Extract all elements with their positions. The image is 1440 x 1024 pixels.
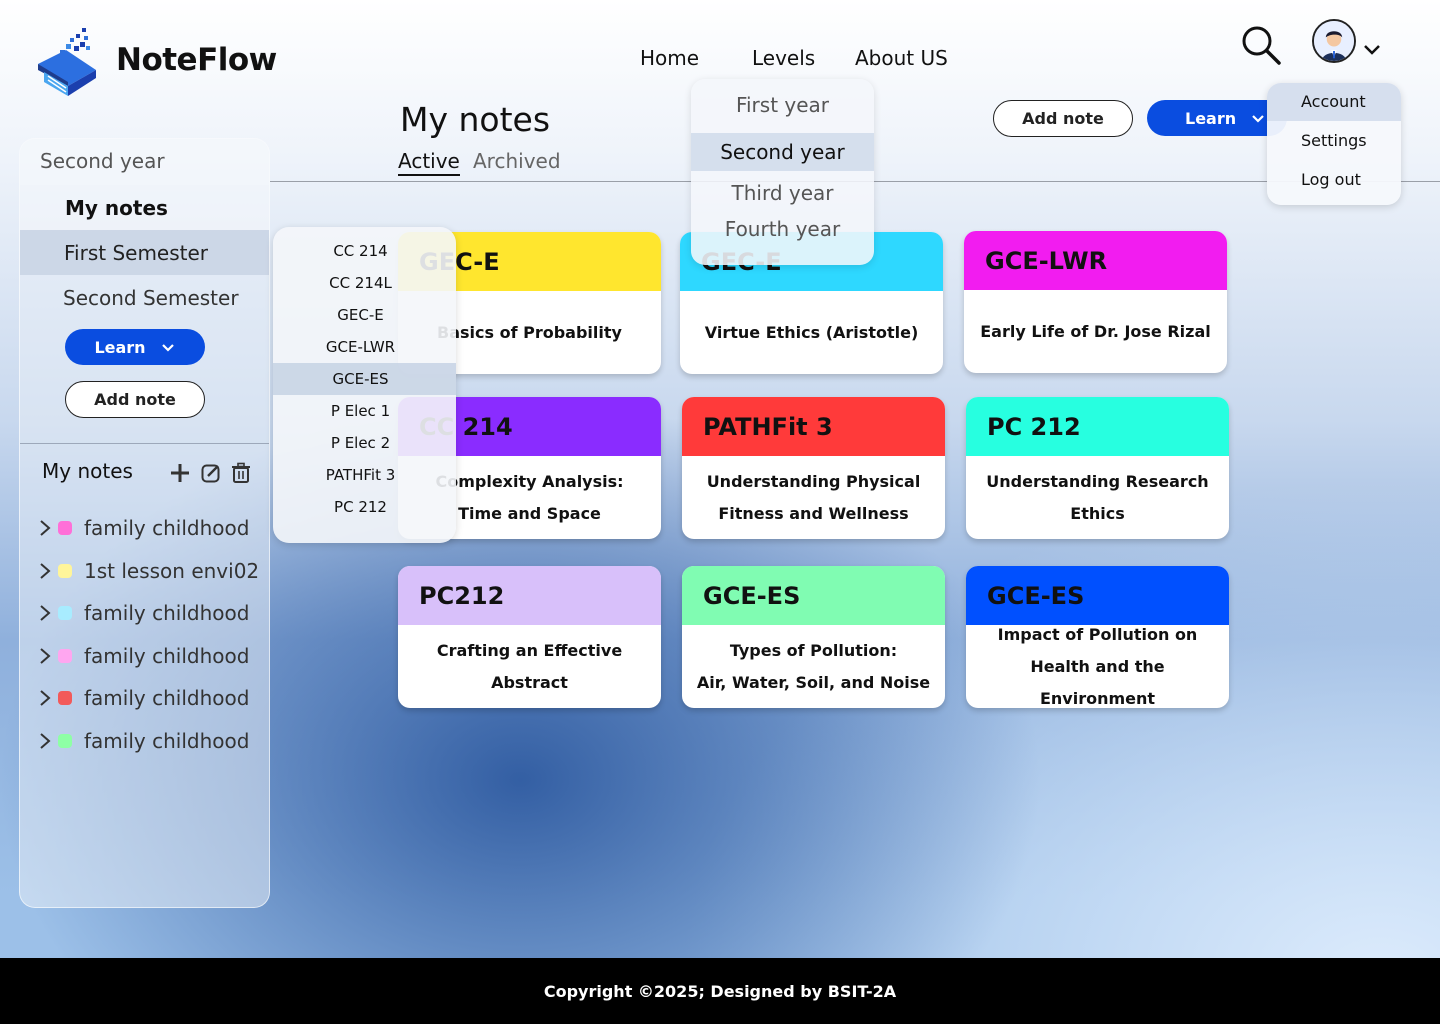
note-card-subject: GCE-ES [682, 566, 945, 625]
subject-option[interactable]: P Elec 2 [273, 427, 456, 459]
subject-option[interactable]: GEC-E [273, 299, 456, 331]
list-item[interactable]: family childhood [38, 683, 249, 713]
note-card[interactable]: GCE-LWR Early Life of Dr. Jose Rizal [964, 231, 1227, 373]
note-card[interactable]: GCE-ES Types of Pollution: Air, Water, So… [682, 566, 945, 708]
subject-option[interactable]: GCE-ES [273, 363, 456, 395]
note-card-subject: GCE-LWR [964, 231, 1227, 290]
level-option-third-year[interactable]: Third year [691, 181, 874, 205]
note-card-topic: Early Life of Dr. Jose Rizal [980, 321, 1211, 341]
list-item[interactable]: family childhood [38, 726, 249, 756]
footer-copyright: Copyright ©2025; Designed by BSIT-2A [543, 981, 897, 1001]
menu-item-settings[interactable]: Settings [1267, 131, 1401, 150]
note-card-subject: GCE-ES [966, 566, 1229, 625]
chevron-right-icon[interactable] [38, 561, 52, 581]
note-card[interactable]: PC 212 Understanding Research Ethics [966, 397, 1229, 539]
note-color-dot [58, 521, 72, 535]
note-label: family childhood [84, 728, 250, 753]
sidebar-learn-label: Learn [94, 337, 146, 357]
note-label: family childhood [84, 601, 250, 625]
sidebar-item-first-semester[interactable]: First Semester [20, 230, 269, 275]
note-card-topic: Types of Pollution: Air, Water, Soil, an… [696, 640, 931, 692]
subject-option[interactable]: PC 212 [273, 491, 456, 523]
brand-name: NoteFlow [116, 42, 277, 78]
account-dropdown: Account Settings Log out [1267, 83, 1401, 205]
nav-levels[interactable]: Levels [752, 46, 815, 70]
list-item[interactable]: family childhood [38, 513, 249, 543]
chevron-down-icon [1252, 115, 1264, 123]
chevron-right-icon[interactable] [38, 518, 52, 538]
note-color-dot [58, 733, 72, 748]
menu-item-log-out[interactable]: Log out [1267, 170, 1401, 189]
list-item[interactable]: family childhood [38, 598, 249, 628]
learn-button[interactable]: Learn [1147, 100, 1287, 136]
note-color-dot [58, 606, 72, 620]
add-note-button[interactable]: Add note [993, 100, 1133, 137]
list-item[interactable]: family childhood [38, 641, 249, 671]
sidebar-notes-title: My notes [42, 459, 133, 483]
note-label: family childhood [84, 643, 250, 668]
note-label: family childhood [84, 516, 250, 540]
level-option-fourth-year[interactable]: Fourth year [691, 217, 874, 241]
chevron-right-icon[interactable] [38, 688, 52, 708]
note-label: 1st lesson envi02 [84, 558, 260, 583]
sidebar-item-second-semester[interactable]: Second Semester [20, 275, 269, 320]
tab-archived[interactable]: Archived [473, 149, 561, 173]
subject-option[interactable]: CC 214 [273, 235, 456, 267]
levels-dropdown: First year Second year Third year Fourth… [691, 79, 874, 265]
note-color-dot [58, 563, 72, 578]
nav-home[interactable]: Home [640, 46, 699, 70]
subject-option[interactable]: CC 214L [273, 267, 456, 299]
subject-dropdown: CC 214 CC 214L GEC-E GCE-LWR GCE-ES P Elec 1P… [273, 227, 456, 543]
list-item[interactable]: 1st lesson envi02 [38, 556, 259, 586]
noteflow-logo-icon [36, 26, 100, 98]
tab-active[interactable]: Active [398, 149, 460, 176]
add-icon[interactable] [169, 462, 191, 484]
footer: Copyright ©2025; Designed by BSIT-2A [0, 958, 1440, 1024]
sidebar-item-my-notes[interactable]: My notes [20, 185, 269, 230]
chevron-right-icon[interactable] [38, 646, 52, 666]
sidebar-learn-button[interactable]: Learn [65, 329, 205, 365]
menu-item-account[interactable]: Account [1267, 83, 1401, 121]
chevron-right-icon[interactable] [38, 603, 52, 623]
chevron-right-icon[interactable] [38, 731, 52, 751]
note-card-topic: Understanding Research Ethics [986, 471, 1209, 523]
subject-option[interactable]: P Elec 1 [273, 395, 456, 427]
nav-about-us[interactable]: About US [855, 46, 948, 70]
level-option-second-year[interactable]: Second year [691, 133, 874, 171]
note-card[interactable]: PATHFit 3 Understanding Physical Fitness … [682, 397, 945, 539]
search-icon[interactable] [1240, 24, 1282, 66]
trash-icon[interactable] [230, 462, 252, 484]
avatar[interactable] [1312, 19, 1356, 63]
note-card-subject: PC 212 [966, 397, 1229, 456]
chevron-down-icon[interactable] [1361, 38, 1383, 60]
note-card-topic: Understanding Physical Fitness and Welln… [706, 471, 921, 523]
sidebar-divider [20, 443, 269, 444]
note-card[interactable]: PC212 Crafting an Effective Abstract [398, 566, 661, 708]
note-card-topic: Impact of Pollution on Health and the En… [997, 624, 1198, 708]
note-card-topic: Crafting an Effective Abstract [436, 640, 623, 692]
note-color-dot [58, 648, 72, 663]
edit-icon[interactable] [200, 462, 222, 484]
note-card-subject: PC212 [398, 566, 661, 625]
sidebar-level-selector[interactable]: Second year [20, 139, 269, 185]
learn-button-label: Learn [1185, 108, 1237, 128]
note-card-topic: Virtue Ethics (Aristotle) [704, 322, 919, 342]
subject-option[interactable]: PATHFit 3 [273, 459, 456, 491]
note-card-subject: PATHFit 3 [682, 397, 945, 456]
chevron-down-icon [161, 344, 174, 352]
note-card[interactable]: GCE-ES Impact of Pollution on Health and … [966, 566, 1229, 708]
sidebar: Second year My notes First Semester Seco… [19, 138, 270, 908]
subject-option[interactable]: GCE-LWR [273, 331, 456, 363]
page-title: My notes [400, 100, 551, 139]
note-label: family childhood [84, 686, 250, 710]
level-option-first-year[interactable]: First year [691, 93, 874, 117]
sidebar-add-note-button[interactable]: Add note [65, 381, 205, 418]
note-color-dot [58, 691, 72, 705]
